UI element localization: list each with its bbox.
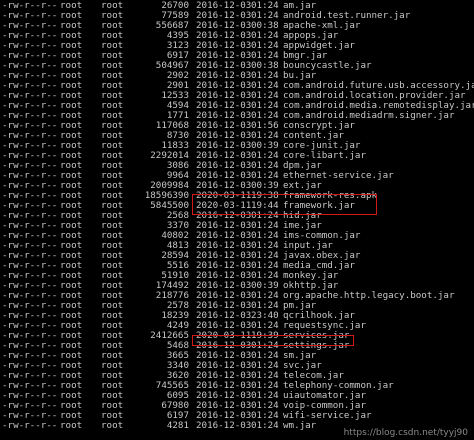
file-owner: root [60, 420, 83, 431]
highlight-box-services [192, 335, 354, 346]
file-permissions: -rw-r--r-- [2, 420, 58, 431]
file-date: 2016-12-03 [196, 420, 252, 431]
file-time: 01:24 [251, 420, 279, 431]
highlight-box-framework [192, 194, 377, 215]
file-size: 4281 [166, 420, 189, 431]
watermark: https://blog.csdn.net/tyyj90 [343, 428, 468, 438]
file-name: wm.jar [283, 420, 317, 431]
file-group: root [101, 420, 124, 431]
terminal-window[interactable]: -rw-r--r-- root root 26700 2016-12-03 01:24 am… [0, 0, 474, 440]
